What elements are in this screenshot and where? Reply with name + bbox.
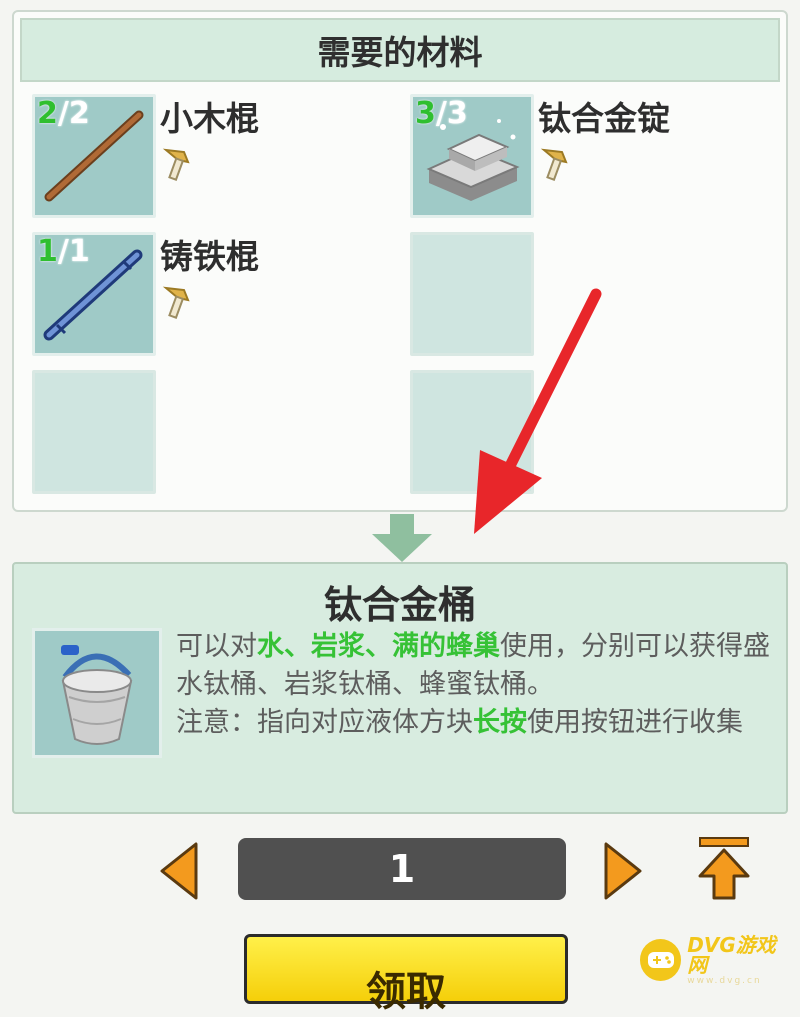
increase-quantity-button[interactable] bbox=[602, 840, 644, 902]
material-slot-empty bbox=[32, 370, 156, 494]
claim-button[interactable]: 领取 bbox=[244, 934, 568, 1015]
result-panel: 钛合金桶 可以对水、岩浆、满的蜂巢使用，分别可以获得盛水钛桶、岩浆钛桶、蜂蜜钛桶… bbox=[12, 562, 788, 814]
result-item-description: 可以对水、岩浆、满的蜂巢使用，分别可以获得盛水钛桶、岩浆钛桶、蜂蜜钛桶。 注意：… bbox=[176, 631, 770, 738]
material-name: 铸铁棍 bbox=[160, 237, 259, 276]
gamepad-icon bbox=[640, 939, 682, 981]
hammer-icon bbox=[540, 148, 568, 181]
material-name: 小木棍 bbox=[160, 99, 259, 138]
max-quantity-button[interactable] bbox=[694, 836, 754, 902]
hammer-icon bbox=[162, 286, 190, 319]
material-slot-wooden-stick[interactable]: 2/2 bbox=[32, 94, 156, 218]
watermark-text: DVG游戏网 bbox=[687, 932, 776, 977]
arrow-down-icon bbox=[372, 514, 432, 562]
result-item-title: 钛合金桶 bbox=[323, 583, 476, 627]
materials-panel-title: 需要的材料 bbox=[20, 18, 780, 82]
material-slot-cast-iron-rod[interactable]: 1/1 bbox=[32, 232, 156, 356]
highlight-text: 长按 bbox=[473, 707, 527, 738]
material-count: 1/1 bbox=[37, 234, 90, 269]
hammer-icon bbox=[162, 148, 190, 181]
material-name: 钛合金锭 bbox=[538, 99, 670, 138]
material-slot-titanium-ingot[interactable]: 3/3 bbox=[410, 94, 534, 218]
decrease-quantity-button[interactable] bbox=[158, 840, 200, 902]
result-item-slot bbox=[32, 628, 162, 758]
quantity-value[interactable]: 1 bbox=[238, 838, 566, 900]
watermark-url: www.dvg.cn bbox=[687, 975, 762, 986]
titanium-bucket-icon bbox=[61, 645, 133, 745]
red-annotation-arrow-icon bbox=[474, 288, 602, 534]
material-count: 3/3 bbox=[415, 96, 468, 131]
watermark: DVG游戏网 www.dvg.cn bbox=[640, 932, 794, 985]
quantity-selector: 1 bbox=[0, 830, 800, 910]
material-count: 2/2 bbox=[37, 96, 90, 131]
highlight-text: 水、岩浆、满的蜂巢 bbox=[257, 631, 500, 662]
